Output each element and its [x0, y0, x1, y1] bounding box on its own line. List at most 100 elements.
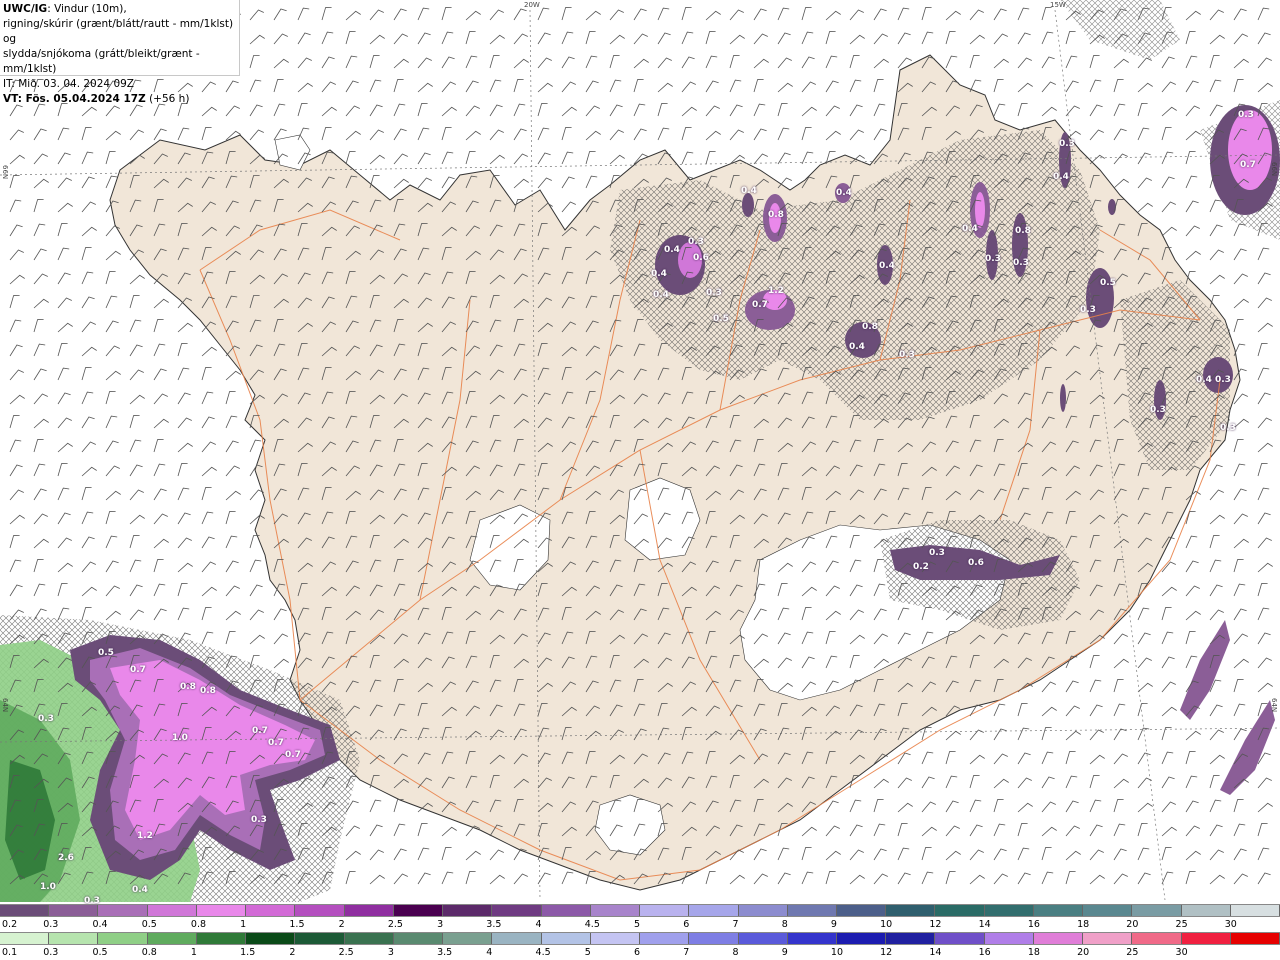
precip-value-label: 0.8: [200, 686, 216, 696]
snow-blob: [742, 193, 754, 217]
colorbar-swatch: [492, 905, 542, 916]
colorbar-tick-label: 25: [1126, 947, 1139, 958]
colorbar-tick-label: 0.3: [43, 919, 59, 930]
precip-value-label: 1.0: [40, 882, 56, 892]
precip-value-label: 0.3: [1059, 139, 1075, 149]
precip-value-label: 0.4: [849, 342, 865, 352]
colorbar-swatch: [984, 933, 1034, 944]
colorbar-tick-label: 30: [1224, 919, 1237, 930]
precip-value-label: 0.6: [968, 558, 984, 568]
header-line-1: UWC/IG: Vindur (10m),: [3, 2, 236, 17]
colorbar-swatch: [196, 905, 247, 916]
precip-value-label: 0.4: [664, 245, 680, 255]
precip-value-label: 0.5: [1100, 278, 1116, 288]
colorbar-swatch: [787, 905, 837, 916]
colorbar-swatch: [1083, 933, 1133, 944]
colorbar-tick-label: 0.2: [2, 919, 18, 930]
precip-value-label: 0.3: [1215, 375, 1231, 385]
precip-value-label: 0.5: [98, 648, 114, 658]
colorbar-tick-label: 2.5: [338, 947, 354, 958]
precip-value-label: 0.5: [713, 314, 729, 324]
colorbar-swatch: [295, 905, 345, 916]
colorbar-swatch: [689, 933, 739, 944]
colorbar-swatch: [393, 905, 444, 916]
colorbar-tick-label: 0.1: [2, 947, 18, 958]
colorbar-swatch: [935, 905, 985, 916]
colorbar-rain-ticks: 0.1 0.3 0.5 0.8 1 1.5 2 2.5 3 3.5 4 4.5 5 6 7 8 9 10 12 14 1…: [0, 947, 1280, 959]
colorbar-tick-label: 0.8: [190, 919, 207, 930]
colorbar-tick-label: 6: [634, 947, 641, 958]
precip-value-label: 0.3: [251, 815, 267, 825]
precip-value-label: 1.2: [768, 286, 784, 296]
colorbar-snow: [0, 904, 1280, 917]
precip-value-label: 0.8: [768, 210, 784, 220]
colorbar-tick-label: 2: [338, 919, 345, 930]
colorbar-tick-label: 18: [1027, 947, 1040, 958]
colorbar-tick-label: 4.5: [535, 947, 551, 958]
colorbar-snow-ticks: 0.2 0.3 0.4 0.5 0.8 1 1.5 2 2.5 3 3.5 4 4.5 5 6 7 8 9 10 12…: [0, 919, 1280, 931]
precip-value-label: 0.7: [252, 726, 268, 736]
colorbar-swatch: [1230, 933, 1280, 944]
precip-value-label: 0.8: [862, 322, 878, 332]
precip-value-label: 0.3: [929, 548, 945, 558]
colorbar-swatch: [1181, 933, 1231, 944]
lat-label-64n-right: 64N: [1270, 698, 1278, 713]
lon-label-15w: 15W: [1050, 1, 1066, 9]
colorbar-tick-label: 14: [929, 947, 942, 958]
precip-value-label: 0.4: [836, 188, 852, 198]
forecast-hour: (+56 h): [145, 93, 190, 105]
colorbar-swatch: [541, 933, 591, 944]
snow-blob: [1228, 110, 1272, 190]
colorbar-swatch: [640, 933, 690, 944]
precip-value-label: 0.3: [985, 254, 1001, 264]
precip-value-label: 0.3: [899, 350, 915, 360]
lat-label-66n-right: 66N: [1270, 162, 1278, 177]
colorbar-swatch: [246, 905, 296, 916]
colorbar-swatch: [1132, 933, 1182, 944]
colorbar-swatch: [0, 933, 50, 944]
precip-value-label: 0.7: [130, 665, 146, 675]
colorbar-tick-label: 1.5: [289, 919, 305, 930]
colorbar-tick-label: 0.5: [92, 947, 108, 958]
colorbar-swatch: [689, 905, 739, 916]
precip-value-label: 0.3: [1238, 110, 1254, 120]
precip-value-label: 0.4: [741, 186, 757, 196]
colorbar-tick-label: 10: [880, 919, 893, 930]
colorbar-tick-label: 0.3: [43, 947, 59, 958]
colorbar-tick-label: 5: [584, 947, 591, 958]
colorbar-tick-label: 1.5: [240, 947, 256, 958]
colorbar-tick-label: 12: [880, 947, 893, 958]
model-name: UWC/IG: [3, 3, 48, 15]
colorbar-tick-label: 3: [387, 947, 394, 958]
colorbar-tick-label: 4.5: [584, 919, 600, 930]
lat-label-64n-left: 64N: [1, 698, 9, 713]
colorbar-tick-label: 7: [732, 919, 739, 930]
valid-time: VT: Fös. 05.04.2024 17Z: [3, 93, 146, 105]
colorbar-tick-label: 30: [1175, 947, 1188, 958]
header-line-3: slydda/snjókoma (grátt/bleikt/grænt - mm…: [3, 48, 200, 75]
colorbar-swatch: [443, 905, 493, 916]
colorbar-tick-label: 0.5: [141, 919, 157, 930]
colorbar-tick-label: 9: [830, 919, 837, 930]
init-time: IT: Mið. 03. 04. 2024 09Z: [3, 78, 134, 90]
precip-value-label: 0.3: [688, 237, 704, 247]
precip-value-label: 0.7: [285, 750, 301, 760]
colorbar-tick-label: 3: [437, 919, 444, 930]
precip-value-label: 0.4: [1053, 172, 1069, 182]
precip-value-label: 0.4: [1196, 375, 1212, 385]
colorbar-tick-label: 18: [1077, 919, 1090, 930]
precip-value-label: 0.3: [38, 714, 54, 724]
snow-blob: [975, 192, 985, 228]
colorbar-swatch: [738, 905, 788, 916]
precip-value-label: 0.4: [653, 290, 669, 300]
colorbar-tick-label: 9: [781, 947, 788, 958]
weather-map: [0, 0, 1280, 902]
colorbar-swatch: [1181, 905, 1231, 916]
colorbar-tick-label: 16: [1027, 919, 1040, 930]
colorbar-swatch: [836, 905, 887, 916]
colorbar-swatch: [147, 905, 197, 916]
precip-value-label: 0.4: [132, 885, 148, 895]
header-line-1-rest: : Vindur (10m),: [47, 3, 127, 15]
precip-value-label: 0.8: [1015, 226, 1031, 236]
colorbar-tick-label: 8: [781, 919, 788, 930]
